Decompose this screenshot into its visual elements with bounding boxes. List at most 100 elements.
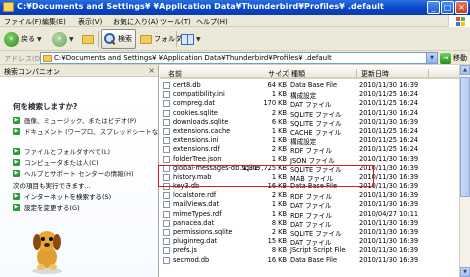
chevron-down-icon[interactable]: ▼: [69, 36, 74, 43]
arrow-right-icon: ▶: [13, 147, 20, 155]
table-row[interactable]: localstore.rdf 2 KB RDF ファイル 2010/11/30 16:…: [160, 191, 459, 201]
chevron-down-icon[interactable]: ▼: [196, 36, 201, 43]
table-row[interactable]: downloads.sqlite 6 KB SQLITE ファイル 2010/11/3…: [160, 118, 459, 128]
search-dog-icon[interactable]: [27, 225, 67, 275]
address-input[interactable]: C:¥Documents and Settings¥ ¥Application …: [40, 52, 438, 64]
close-button[interactable]: ×: [455, 1, 468, 14]
column-header-type[interactable]: 種類: [291, 69, 305, 79]
column-header-size[interactable]: サイズ: [268, 69, 289, 79]
forward-button[interactable]: › ▼: [52, 30, 74, 48]
vertical-scrollbar[interactable]: ▲ ▼: [459, 65, 470, 277]
file-icon: [163, 127, 170, 135]
file-size: 1 KB: [271, 200, 287, 209]
back-arrow-icon: ‹: [4, 31, 19, 47]
scroll-down-icon[interactable]: ▼: [460, 267, 470, 277]
minimize-button[interactable]: _: [427, 1, 440, 14]
scroll-up-icon[interactable]: ▲: [460, 65, 470, 75]
file-name: folderTree.json: [173, 154, 222, 163]
search-link-label: 設定を変更する(G): [24, 204, 80, 212]
change-settings-link[interactable]: ▶ 設定を変更する(G): [13, 202, 80, 212]
column-header-name[interactable]: 名前: [168, 69, 182, 79]
scroll-thumb[interactable]: [460, 77, 470, 197]
table-row[interactable]: permissions.sqlite 2 KB SQLITE ファイル 2010/11…: [160, 228, 459, 238]
file-size: 2 KB: [271, 108, 287, 117]
menu-tools[interactable]: ツール(T): [160, 17, 191, 27]
table-row[interactable]: prefs.js 8 KB JScript Script File 2010/11/3…: [160, 246, 459, 255]
file-name: cookies.sqlite: [173, 108, 218, 117]
file-icon: [163, 146, 170, 154]
file-name: extensions.rdf: [173, 145, 220, 154]
arrow-right-icon: ▶: [13, 127, 20, 135]
title-bar: C:¥Documents and Settings¥ ¥Application …: [0, 0, 470, 15]
search-hint: 次の項目も実行できます...: [13, 182, 91, 190]
table-row[interactable]: mailViews.dat 1 KB DAT ファイル 2010/11/30 16:3…: [160, 200, 459, 210]
menu-help[interactable]: ヘルプ(H): [196, 17, 228, 27]
search-option-all-files[interactable]: ▶ ファイルとフォルダすべて(L): [13, 146, 110, 156]
search-option-label: コンピュータまたは人(C): [24, 159, 99, 167]
menu-edit[interactable]: 編集(E): [42, 17, 66, 27]
maximize-button[interactable]: □: [441, 1, 454, 14]
chevron-down-icon[interactable]: ▼: [426, 53, 437, 63]
file-name: panacea.dat: [173, 218, 215, 227]
file-icon: [163, 192, 170, 200]
search-option-computers-people[interactable]: ▶ コンピュータまたは人(C): [13, 157, 99, 167]
table-row[interactable]: cert8.db 64 KB Data Base File 2010/11/30 16…: [160, 81, 459, 90]
file-icon: [163, 137, 170, 145]
search-internet-link[interactable]: ▶ インターネットを検索する(S): [13, 191, 111, 201]
file-modified: 2010/11/30 16:39: [359, 237, 419, 246]
search-option-label: ファイルとフォルダすべて(L): [24, 148, 110, 156]
table-row[interactable]: extensions.ini 1 KB 構成設定 2010/11/25 16:24: [160, 136, 459, 146]
back-label: 戻る: [21, 35, 35, 43]
column-header-modified[interactable]: 更新日時: [361, 69, 389, 79]
search-link-label: インターネットを検索する(S): [24, 193, 112, 201]
table-row[interactable]: extensions.cache 1 KB CACHE ファイル 2010/11/25…: [160, 126, 459, 137]
table-row[interactable]: compreg.dat 170 KB DAT ファイル 2010/11/25 16:2…: [160, 99, 459, 109]
file-name: mailViews.dat: [173, 200, 220, 209]
file-size: 1 KB: [271, 136, 287, 145]
arrow-right-icon: ▶: [13, 158, 20, 166]
file-type: JScript Script File: [290, 246, 346, 255]
table-row[interactable]: mimeTypes.rdf 1 KB RDF ファイル 2010/04/27 10:1…: [160, 209, 459, 220]
file-modified: 2010/11/30 16:39: [359, 218, 419, 227]
file-modified: 2010/04/27 10:11: [359, 209, 419, 218]
file-size: 2 KB: [271, 228, 287, 236]
menu-view[interactable]: 表示(V): [78, 17, 102, 27]
file-size: 2 KB: [271, 145, 287, 154]
search-pane-header: 検索コンパニオン ×: [0, 65, 158, 77]
search-question: 何を検索しますか?: [13, 102, 78, 111]
file-size: 1 KB: [271, 126, 287, 135]
file-name: extensions.cache: [173, 126, 231, 135]
table-row[interactable]: panacea.dat 8 KB DAT ファイル 2010/11/30 16:39: [160, 218, 459, 229]
file-icon: [163, 201, 170, 209]
back-button[interactable]: ‹ 戻る ▼: [4, 30, 42, 48]
search-companion-pane: 検索コンパニオン × 何を検索しますか? ▶ 画像、ミュージック、またはビデオ(…: [0, 65, 159, 277]
search-option-help[interactable]: ▶ ヘルプとサポート センターの情報(H): [13, 168, 134, 178]
table-row[interactable]: folderTree.json 1 KB JSON ファイル 2010/11/30 1…: [160, 154, 459, 165]
file-size: 2 KB: [271, 191, 287, 200]
chevron-down-icon[interactable]: ▼: [37, 36, 42, 43]
file-name: mimeTypes.rdf: [173, 209, 222, 218]
table-row[interactable]: extensions.rdf 2 KB RDF ファイル 2010/11/25 16:…: [160, 145, 459, 155]
table-row[interactable]: cookies.sqlite 2 KB SQLITE ファイル 2010/11/30 …: [160, 108, 459, 119]
views-button[interactable]: ▼: [181, 30, 201, 48]
menu-favorites[interactable]: お気に入り(A): [113, 17, 158, 27]
close-icon[interactable]: ×: [148, 66, 155, 75]
search-label: 検索: [118, 35, 132, 43]
search-option-documents[interactable]: ▶ ドキュメント (ワープロ、スプレッドシートなど) (D): [13, 126, 158, 136]
up-folder-button[interactable]: [82, 30, 94, 48]
table-row[interactable]: secmod.db 16 KB Data Base File 2010/11/30 1…: [160, 256, 459, 265]
go-button[interactable]: → 移動: [440, 52, 467, 64]
table-row[interactable]: pluginreg.dat 15 KB DAT ファイル 2010/11/30 16:…: [160, 237, 459, 247]
file-icon: [163, 238, 170, 246]
menu-file[interactable]: ファイル(F): [4, 17, 42, 27]
folders-label: フォルダ: [154, 35, 182, 43]
table-row[interactable]: compatibility.ini 1 KB 構成設定 2010/11/25 16:2…: [160, 90, 459, 100]
address-label: アドレス(D): [4, 55, 43, 63]
search-option-media[interactable]: ▶ 画像、ミュージック、またはビデオ(P): [13, 115, 136, 125]
file-modified: 2010/11/25 16:24: [359, 126, 419, 135]
file-icon: [163, 118, 170, 126]
search-button[interactable]: 検索: [101, 29, 136, 49]
search-option-label: 画像、ミュージック、またはビデオ(P): [24, 117, 137, 125]
file-modified: 2010/11/25 16:24: [359, 145, 419, 154]
arrow-right-icon: ▶: [13, 116, 20, 124]
